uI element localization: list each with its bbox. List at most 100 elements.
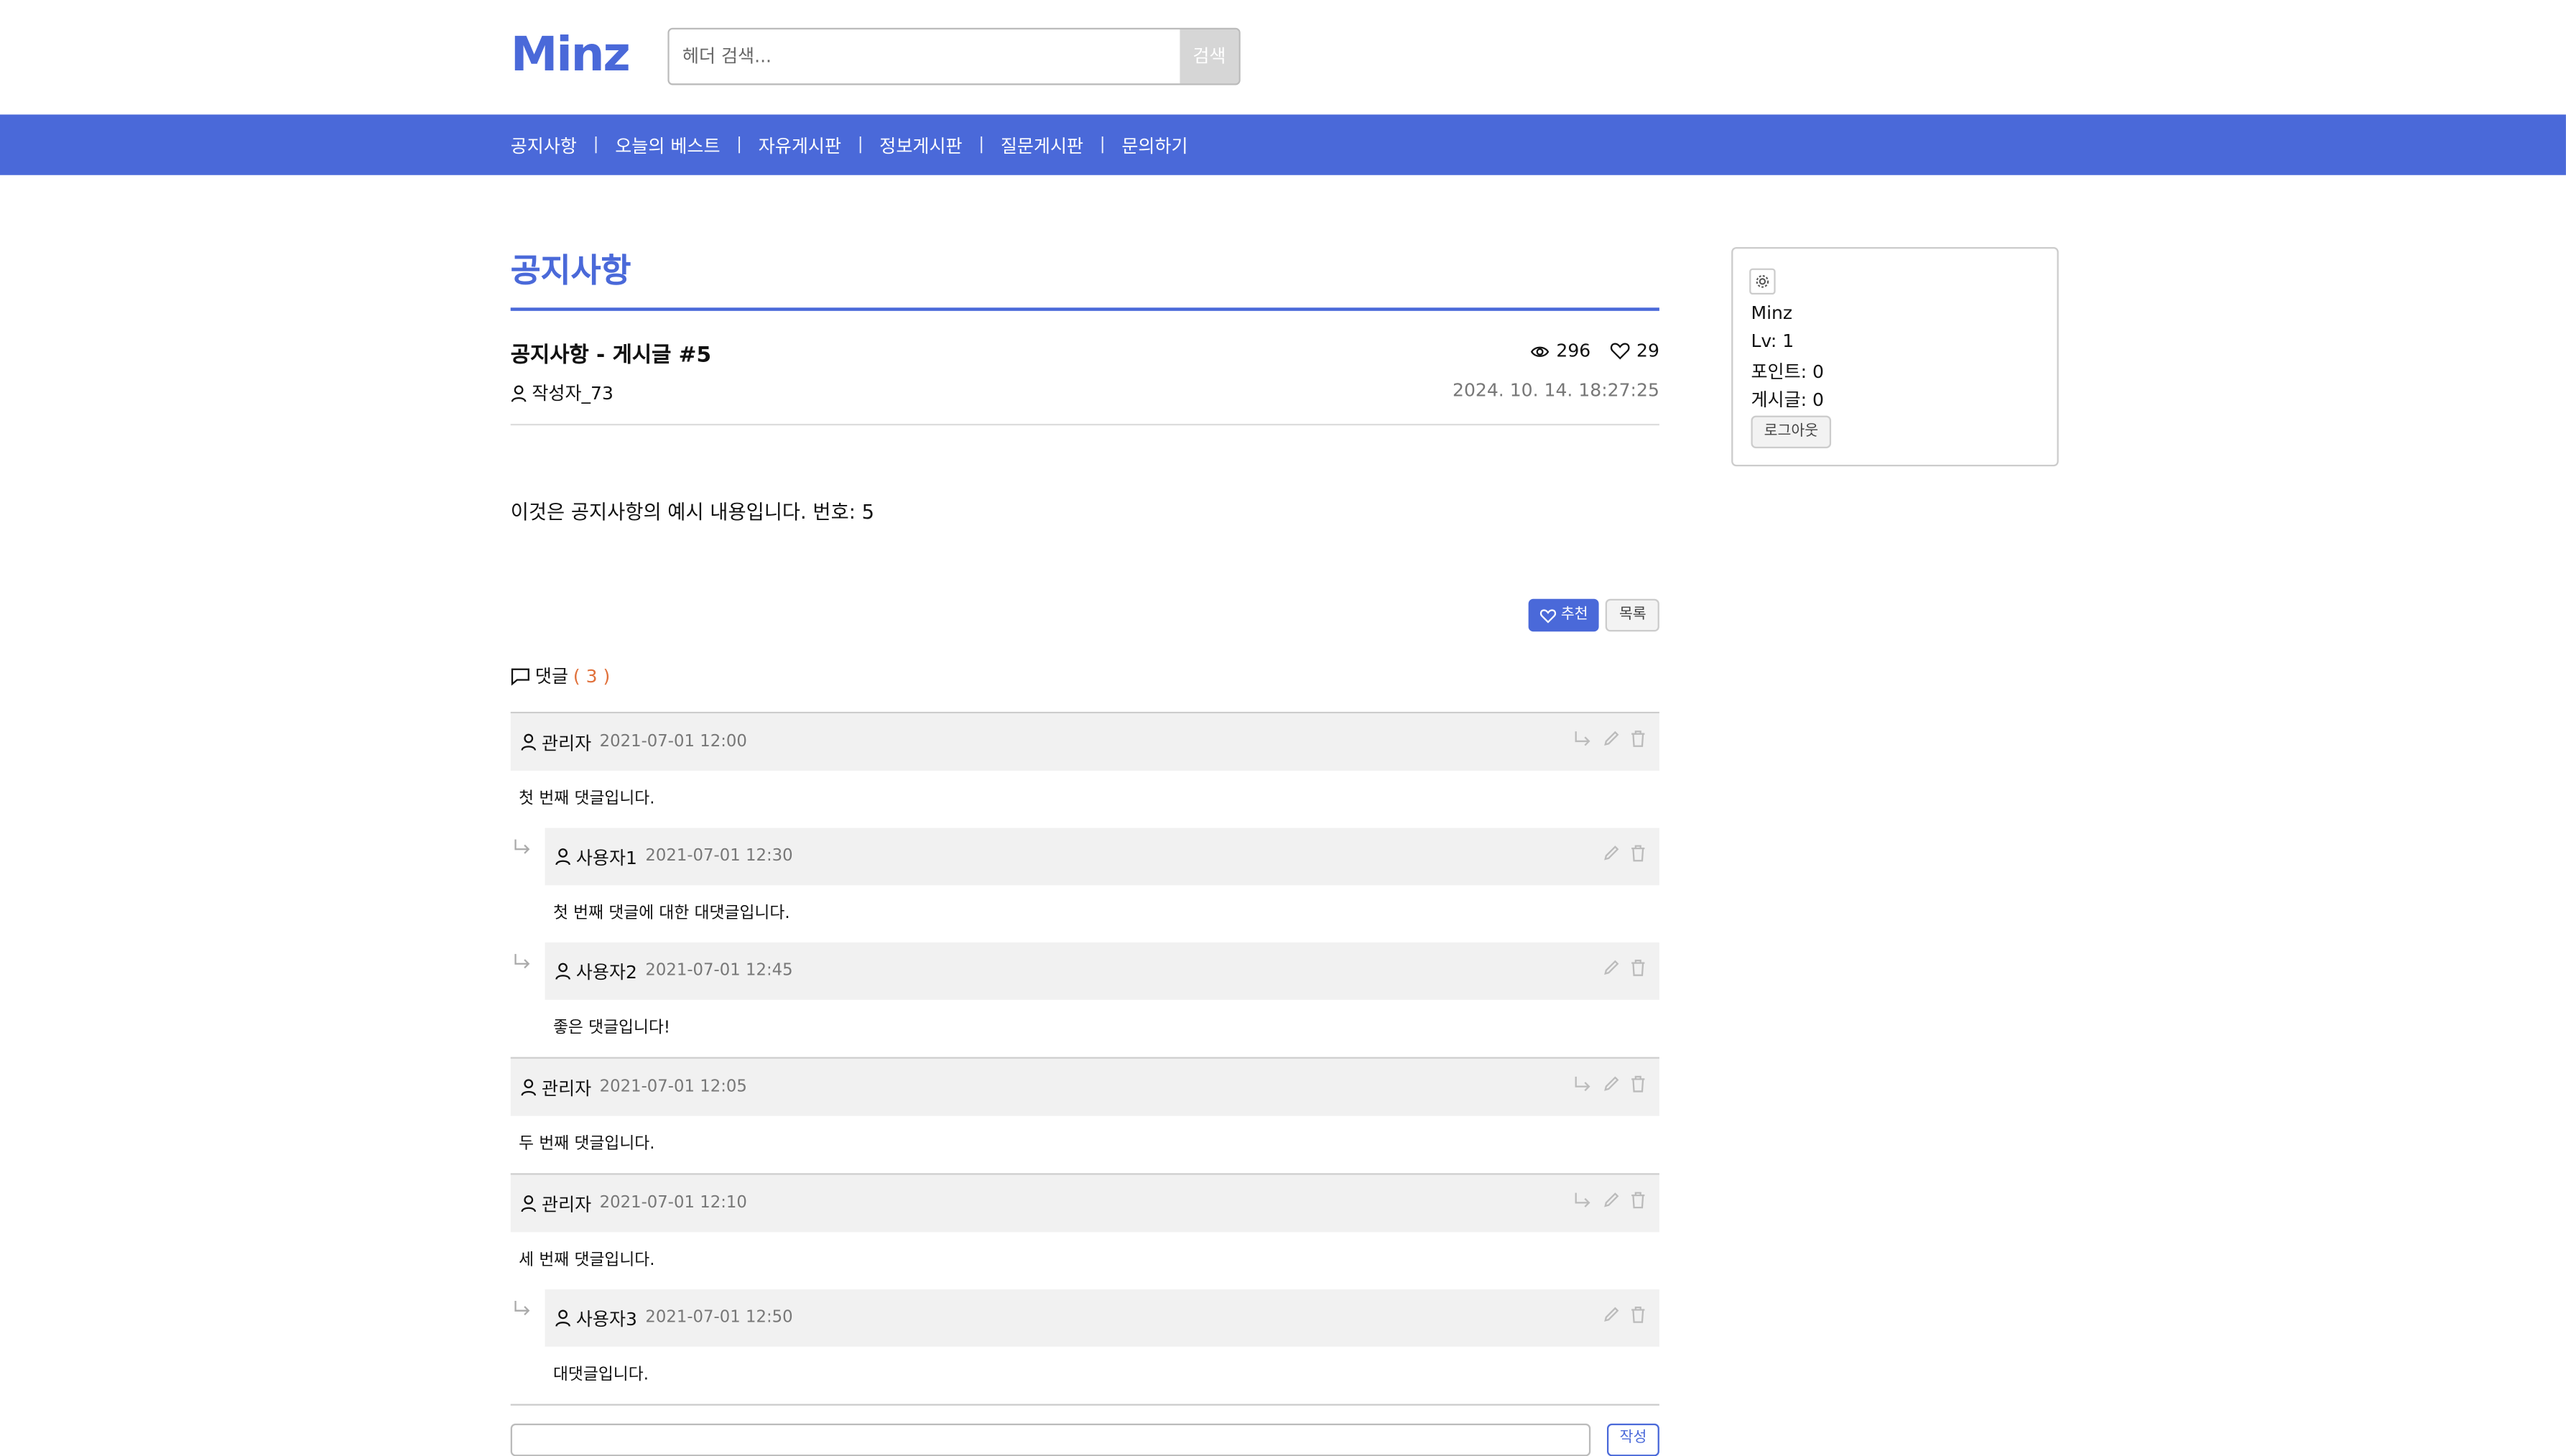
board-title: 공지사항: [510, 246, 1659, 311]
comment-author: 관리자: [542, 1077, 592, 1099]
post-divider: [510, 310, 1659, 426]
user-name: Minz: [1751, 302, 1793, 325]
comment-time: 2021-07-01 12:45: [645, 962, 793, 980]
comment-tools: [1573, 730, 1646, 748]
comment-icon: [511, 667, 530, 685]
comments-label: 댓글: [534, 666, 569, 687]
comment-author: 관리자: [542, 1193, 592, 1215]
delete-icon[interactable]: [1630, 1075, 1646, 1093]
comment-author: 사용자1: [575, 846, 637, 868]
heart-icon: [1539, 608, 1556, 623]
comment-item: 관리자 2021-07-01 12:05 두 번째 댓글입니다.: [510, 1057, 1659, 1174]
user-icon: [555, 1309, 571, 1327]
comment-header: 사용자3 2021-07-01 12:50: [545, 1289, 1659, 1347]
comment-text: 세 번째 댓글입니다.: [519, 1251, 655, 1270]
reply-icon[interactable]: [1573, 730, 1592, 748]
comment-tools: [1602, 959, 1646, 977]
recommend-button[interactable]: 추천: [1528, 598, 1600, 632]
recommend-label: 추천: [1560, 607, 1588, 623]
main-nav: 공지사항 | 오늘의 베스트 | 자유게시판 | 정보게시판 | 질문게시판 |…: [0, 114, 2566, 175]
user-post-count: 게시글: 0: [1751, 389, 1824, 411]
nav-item-info[interactable]: 정보게시판: [879, 131, 962, 157]
list-button[interactable]: 목록: [1606, 598, 1659, 632]
comments-count: ( 3 ): [573, 665, 611, 687]
reply-indicator-icon: [512, 952, 532, 970]
comment-author: 관리자: [542, 732, 592, 754]
comment-header: 사용자2 2021-07-01 12:45: [545, 942, 1659, 1000]
comment-author: 사용자2: [575, 961, 637, 983]
comment-text: 첫 번째 댓글에 대한 대댓글입니다.: [552, 904, 790, 923]
edit-icon[interactable]: [1602, 1306, 1620, 1324]
comment-item: 관리자 2021-07-01 12:00 첫 번째 댓글입니다.: [510, 713, 1659, 827]
comment-text: 좋은 댓글입니다!: [552, 1019, 671, 1038]
comment-submit-button[interactable]: 작성: [1606, 1423, 1659, 1456]
comment-tools: [1602, 1306, 1646, 1324]
user-panel: Minz Lv: 1 포인트: 0 게시글: 0 로그아웃: [1731, 246, 2059, 467]
site-logo[interactable]: Minz: [511, 30, 631, 78]
header: Minz 검색: [0, 0, 2566, 115]
edit-icon[interactable]: [1602, 1191, 1620, 1209]
edit-icon[interactable]: [1602, 844, 1620, 862]
delete-icon[interactable]: [1630, 959, 1646, 977]
nav-item-qna[interactable]: 질문게시판: [1001, 131, 1083, 157]
comment-time: 2021-07-01 12:00: [599, 733, 747, 751]
comment-header: 사용자1 2021-07-01 12:30: [545, 827, 1659, 886]
search-input[interactable]: [669, 29, 1180, 84]
post-content: 이것은 공지사항의 예시 내용입니다. 번호: 5: [510, 501, 875, 524]
comments-header: 댓글 ( 3 ): [511, 663, 611, 689]
reply-icon[interactable]: [1573, 1075, 1592, 1093]
user-icon: [555, 962, 571, 980]
user-level: Lv: 1: [1751, 330, 1794, 352]
comment-reply: 사용자2 2021-07-01 12:45 좋은 댓글입니다!: [514, 942, 1659, 1057]
nav-separator: |: [736, 136, 742, 154]
edit-icon[interactable]: [1602, 730, 1620, 748]
nav-separator: |: [978, 136, 985, 154]
user-icon: [520, 1078, 537, 1096]
edit-icon[interactable]: [1602, 959, 1620, 977]
nav-separator: |: [593, 136, 599, 154]
nav-separator: |: [857, 136, 863, 154]
gear-icon[interactable]: [1749, 268, 1776, 295]
edit-icon[interactable]: [1602, 1075, 1620, 1093]
comment-reply: 사용자1 2021-07-01 12:30 첫 번째 댓글에 대한 대댓글입니다…: [514, 827, 1659, 942]
comment-time: 2021-07-01 12:10: [599, 1194, 747, 1212]
comment-header: 관리자 2021-07-01 12:00: [510, 713, 1659, 771]
post-main: 공지사항 공지사항 - 게시글 #5 296 29 작성자_73 2024. 1…: [510, 246, 1659, 1406]
reply-icon[interactable]: [1573, 1191, 1592, 1209]
nav-item-free[interactable]: 자유게시판: [759, 131, 841, 157]
comment-tools: [1602, 844, 1646, 862]
logout-button[interactable]: 로그아웃: [1751, 415, 1832, 449]
comment-item: 관리자 2021-07-01 12:10 세 번째 댓글입니다.: [510, 1173, 1659, 1289]
delete-icon[interactable]: [1630, 730, 1646, 748]
comment-header: 관리자 2021-07-01 12:05: [510, 1058, 1659, 1116]
reply-indicator-icon: [512, 1299, 532, 1317]
comment-time: 2021-07-01 12:05: [599, 1078, 747, 1097]
search-bar: 검색: [667, 27, 1241, 85]
comment-author: 사용자3: [575, 1308, 637, 1330]
user-points: 포인트: 0: [1751, 361, 1824, 384]
nav-item-notice[interactable]: 공지사항: [511, 131, 577, 157]
comment-time: 2021-07-01 12:30: [645, 848, 793, 866]
post-actions: 추천 목록: [1528, 598, 1659, 632]
user-icon: [520, 733, 537, 751]
delete-icon[interactable]: [1630, 1306, 1646, 1324]
user-icon: [520, 1195, 537, 1212]
comment-textarea[interactable]: [510, 1423, 1591, 1456]
comment-header: 관리자 2021-07-01 12:10: [510, 1174, 1659, 1233]
delete-icon[interactable]: [1630, 1191, 1646, 1209]
nav-item-best[interactable]: 오늘의 베스트: [615, 131, 720, 157]
user-icon: [555, 848, 571, 866]
search-button[interactable]: 검색: [1180, 29, 1239, 84]
comment-time: 2021-07-01 12:50: [645, 1309, 793, 1327]
nav-separator: |: [1099, 136, 1106, 154]
comment-text: 두 번째 댓글입니다.: [519, 1135, 655, 1154]
comment-text: 대댓글입니다.: [552, 1366, 649, 1385]
comment-tools: [1573, 1191, 1646, 1209]
nav-item-contact[interactable]: 문의하기: [1121, 131, 1187, 157]
comment-reply: 사용자3 2021-07-01 12:50 대댓글입니다.: [514, 1289, 1659, 1404]
delete-icon[interactable]: [1630, 844, 1646, 862]
comment-tools: [1573, 1075, 1646, 1093]
reply-indicator-icon: [512, 838, 532, 855]
comment-list-end: [510, 1404, 1659, 1406]
comment-text: 첫 번째 댓글입니다.: [519, 790, 655, 809]
